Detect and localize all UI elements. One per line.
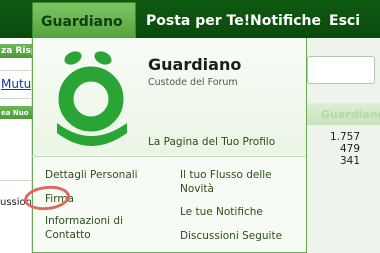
stat-value: 479 [339,143,360,155]
personal-details-link[interactable]: Dettagli Personali [45,168,138,182]
nav-notifiche-tab[interactable]: Notifiche [250,0,321,38]
dropdown-title: Guardiano [148,55,242,74]
followed-threads-link[interactable]: Discussioni Seguite [180,229,282,243]
background-link[interactable]: Mutuo [1,77,31,91]
nav-posta-tab[interactable]: Posta per Te! [146,0,250,38]
news-feed-link[interactable]: Il tuo Flusso delle Novità [180,168,285,196]
avatar-logo-icon [57,51,127,146]
background-search-input[interactable] [307,56,375,84]
stat-value: 341 [339,155,360,167]
background-panel-title: Guardiano [321,108,380,121]
notifications-link[interactable]: Le tue Notifiche [180,205,263,219]
contact-info-link[interactable]: Informazioni di Contatto [45,214,145,242]
profile-page-link[interactable]: La Pagina del Tuo Profilo [148,136,275,148]
nav-guardiano-tab[interactable]: Guardiano [32,2,136,63]
nav-guardiano-label: Guardiano [41,14,123,30]
divider [32,156,306,157]
nav-esci-tab[interactable]: Esci [329,0,360,38]
stat-value: 1.757 [329,131,360,143]
divider [0,180,31,181]
divider [0,98,31,99]
dropdown-subtitle: Custode del Forum [148,77,238,88]
divider [0,70,31,71]
